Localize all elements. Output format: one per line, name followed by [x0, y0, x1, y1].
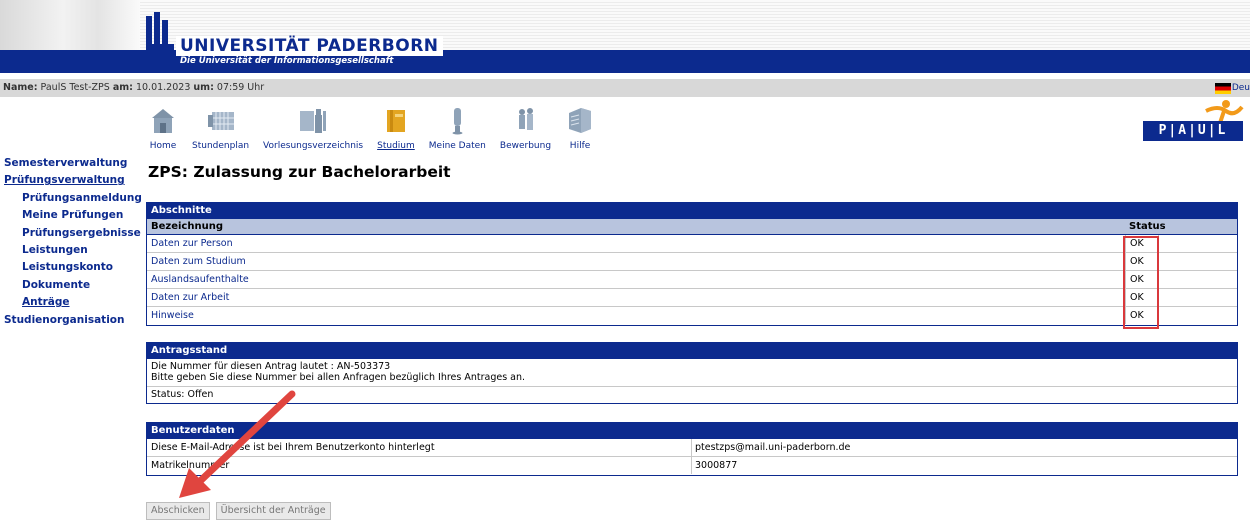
application-number-block: Die Nummer für diesen Antrag lautet : AN… — [147, 359, 1237, 387]
my-data-icon[interactable] — [442, 105, 472, 135]
sidenav-pruefungsverwaltung[interactable]: Prüfungsverwaltung — [0, 172, 145, 189]
column-status-header: Status — [1129, 221, 1166, 232]
sidenav-dokumente[interactable]: Dokumente — [0, 277, 145, 294]
paul-logo-tagline — [1143, 143, 1243, 148]
paul-logo-text: P|A|U|L — [1143, 121, 1243, 141]
sidenav-studienorganisation[interactable]: Studienorganisation — [0, 312, 145, 329]
help-icon[interactable] — [565, 105, 595, 135]
sidenav-pruefungsanmeldung[interactable]: Prüfungsanmeldung — [0, 190, 145, 207]
sidenav-leistungen[interactable]: Leistungen — [0, 242, 145, 259]
side-navigation: Semesterverwaltung Prüfungsverwaltung Pr… — [0, 155, 145, 329]
user-name: PaulS Test-ZPS — [40, 82, 110, 93]
matriculation-label: Matrikelnummer — [151, 460, 230, 471]
university-logo-icon[interactable] — [146, 12, 174, 50]
studies-icon[interactable] — [381, 105, 411, 135]
home-icon[interactable] — [148, 105, 178, 135]
application-icon[interactable] — [510, 105, 540, 135]
sections-column-header: Bezeichnung Status — [147, 219, 1237, 235]
section-link-hinweise[interactable]: Hinweise — [151, 307, 194, 324]
email-value: ptestzps@mail.uni-paderborn.de — [695, 442, 851, 453]
column-divider — [691, 457, 692, 474]
table-row: Daten zur Arbeit OK — [147, 289, 1237, 307]
status-highlight-annotation — [1123, 236, 1159, 329]
table-row: Daten zur Person OK — [147, 235, 1237, 253]
topnav-my-data[interactable]: Meine Daten — [429, 105, 486, 151]
topnav-help[interactable]: Hilfe — [565, 105, 595, 151]
topnav-home[interactable]: Home — [148, 105, 178, 151]
sidenav-semesterverwaltung[interactable]: Semesterverwaltung — [0, 155, 145, 172]
email-label: Diese E-Mail-Adresse ist bei Ihrem Benut… — [151, 442, 435, 453]
table-row: Diese E-Mail-Adresse ist bei Ihrem Benut… — [147, 439, 1237, 457]
top-navigation: Home Stundenplan Vorlesungsverzeichnis S… — [148, 105, 609, 151]
application-number-hint: Bitte geben Sie diese Nummer bei allen A… — [151, 372, 526, 383]
time-label: um: — [193, 82, 214, 93]
lecture-directory-icon[interactable] — [298, 105, 328, 135]
topnav-application-label[interactable]: Bewerbung — [500, 141, 551, 151]
section-link-person[interactable]: Daten zur Person — [151, 235, 233, 252]
submit-button[interactable]: Abschicken — [146, 502, 210, 520]
topnav-studies-label[interactable]: Studium — [377, 141, 415, 151]
application-status-text: Status: Offen — [151, 389, 214, 400]
header-decoration — [0, 0, 140, 50]
topnav-lecture-directory[interactable]: Vorlesungsverzeichnis — [263, 105, 363, 151]
date-label: am: — [112, 82, 133, 93]
section-link-arbeit[interactable]: Daten zur Arbeit — [151, 289, 229, 306]
page-header: UNIVERSITÄT PADERBORN Die Universität de… — [0, 0, 1250, 73]
sidenav-antraege[interactable]: Anträge — [0, 294, 145, 311]
paul-figure-icon — [1205, 100, 1244, 123]
user-data-heading: Benutzerdaten — [147, 423, 1237, 439]
table-row: Hinweise OK — [147, 307, 1237, 325]
sidenav-meine-pruefungen[interactable]: Meine Prüfungen — [0, 207, 145, 224]
german-flag-icon[interactable] — [1214, 82, 1231, 94]
topnav-help-label[interactable]: Hilfe — [570, 141, 590, 151]
matriculation-value: 3000877 — [695, 460, 738, 471]
page-title: ZPS: Zulassung zur Bachelorarbeit — [148, 163, 451, 181]
sections-heading: Abschnitte — [147, 203, 1237, 219]
language-switch[interactable]: Deu — [1214, 79, 1250, 97]
form-buttons: Abschicken Übersicht der Anträge — [146, 502, 331, 520]
topnav-timetable[interactable]: Stundenplan — [192, 105, 249, 151]
login-time: 07:59 Uhr — [216, 82, 265, 93]
section-link-studium[interactable]: Daten zum Studium — [151, 253, 246, 270]
application-status-heading: Antragsstand — [147, 343, 1237, 359]
applications-overview-button[interactable]: Übersicht der Anträge — [215, 502, 331, 520]
user-data-panel: Benutzerdaten Diese E-Mail-Adresse ist b… — [146, 422, 1238, 476]
university-name[interactable]: UNIVERSITÄT PADERBORN — [176, 36, 443, 56]
topnav-studies[interactable]: Studium — [377, 105, 415, 151]
application-status-panel: Antragsstand Die Nummer für diesen Antra… — [146, 342, 1238, 404]
topnav-application[interactable]: Bewerbung — [500, 105, 551, 151]
column-divider — [691, 439, 692, 456]
topnav-lecture-directory-label[interactable]: Vorlesungsverzeichnis — [263, 141, 363, 151]
column-name-header: Bezeichnung — [151, 221, 223, 232]
university-slogan: Die Universität der Informationsgesellsc… — [180, 56, 394, 66]
paul-logo[interactable]: P|A|U|L — [1142, 99, 1244, 154]
timetable-icon[interactable] — [206, 105, 236, 135]
name-label: Name: — [3, 82, 38, 93]
section-link-auslandsaufenthalte[interactable]: Auslandsaufenthalte — [151, 271, 249, 288]
application-number-text: Die Nummer für diesen Antrag lautet : AN… — [151, 361, 391, 372]
topnav-my-data-label[interactable]: Meine Daten — [429, 141, 486, 151]
topnav-home-label[interactable]: Home — [150, 141, 177, 151]
sidenav-pruefungsergebnisse[interactable]: Prüfungsergebnisse — [0, 225, 145, 242]
sections-panel: Abschnitte Bezeichnung Status Daten zur … — [146, 202, 1238, 326]
topnav-timetable-label[interactable]: Stundenplan — [192, 141, 249, 151]
table-row: Auslandsaufenthalte OK — [147, 271, 1237, 289]
sidenav-leistungskonto[interactable]: Leistungskonto — [0, 259, 145, 276]
session-info-bar: Name: PaulS Test-ZPS am: 10.01.2023 um: … — [0, 79, 1250, 97]
language-label[interactable]: Deu — [1232, 79, 1250, 97]
table-row: Matrikelnummer 3000877 — [147, 457, 1237, 475]
login-date: 10.01.2023 — [135, 82, 191, 93]
table-row: Daten zum Studium OK — [147, 253, 1237, 271]
